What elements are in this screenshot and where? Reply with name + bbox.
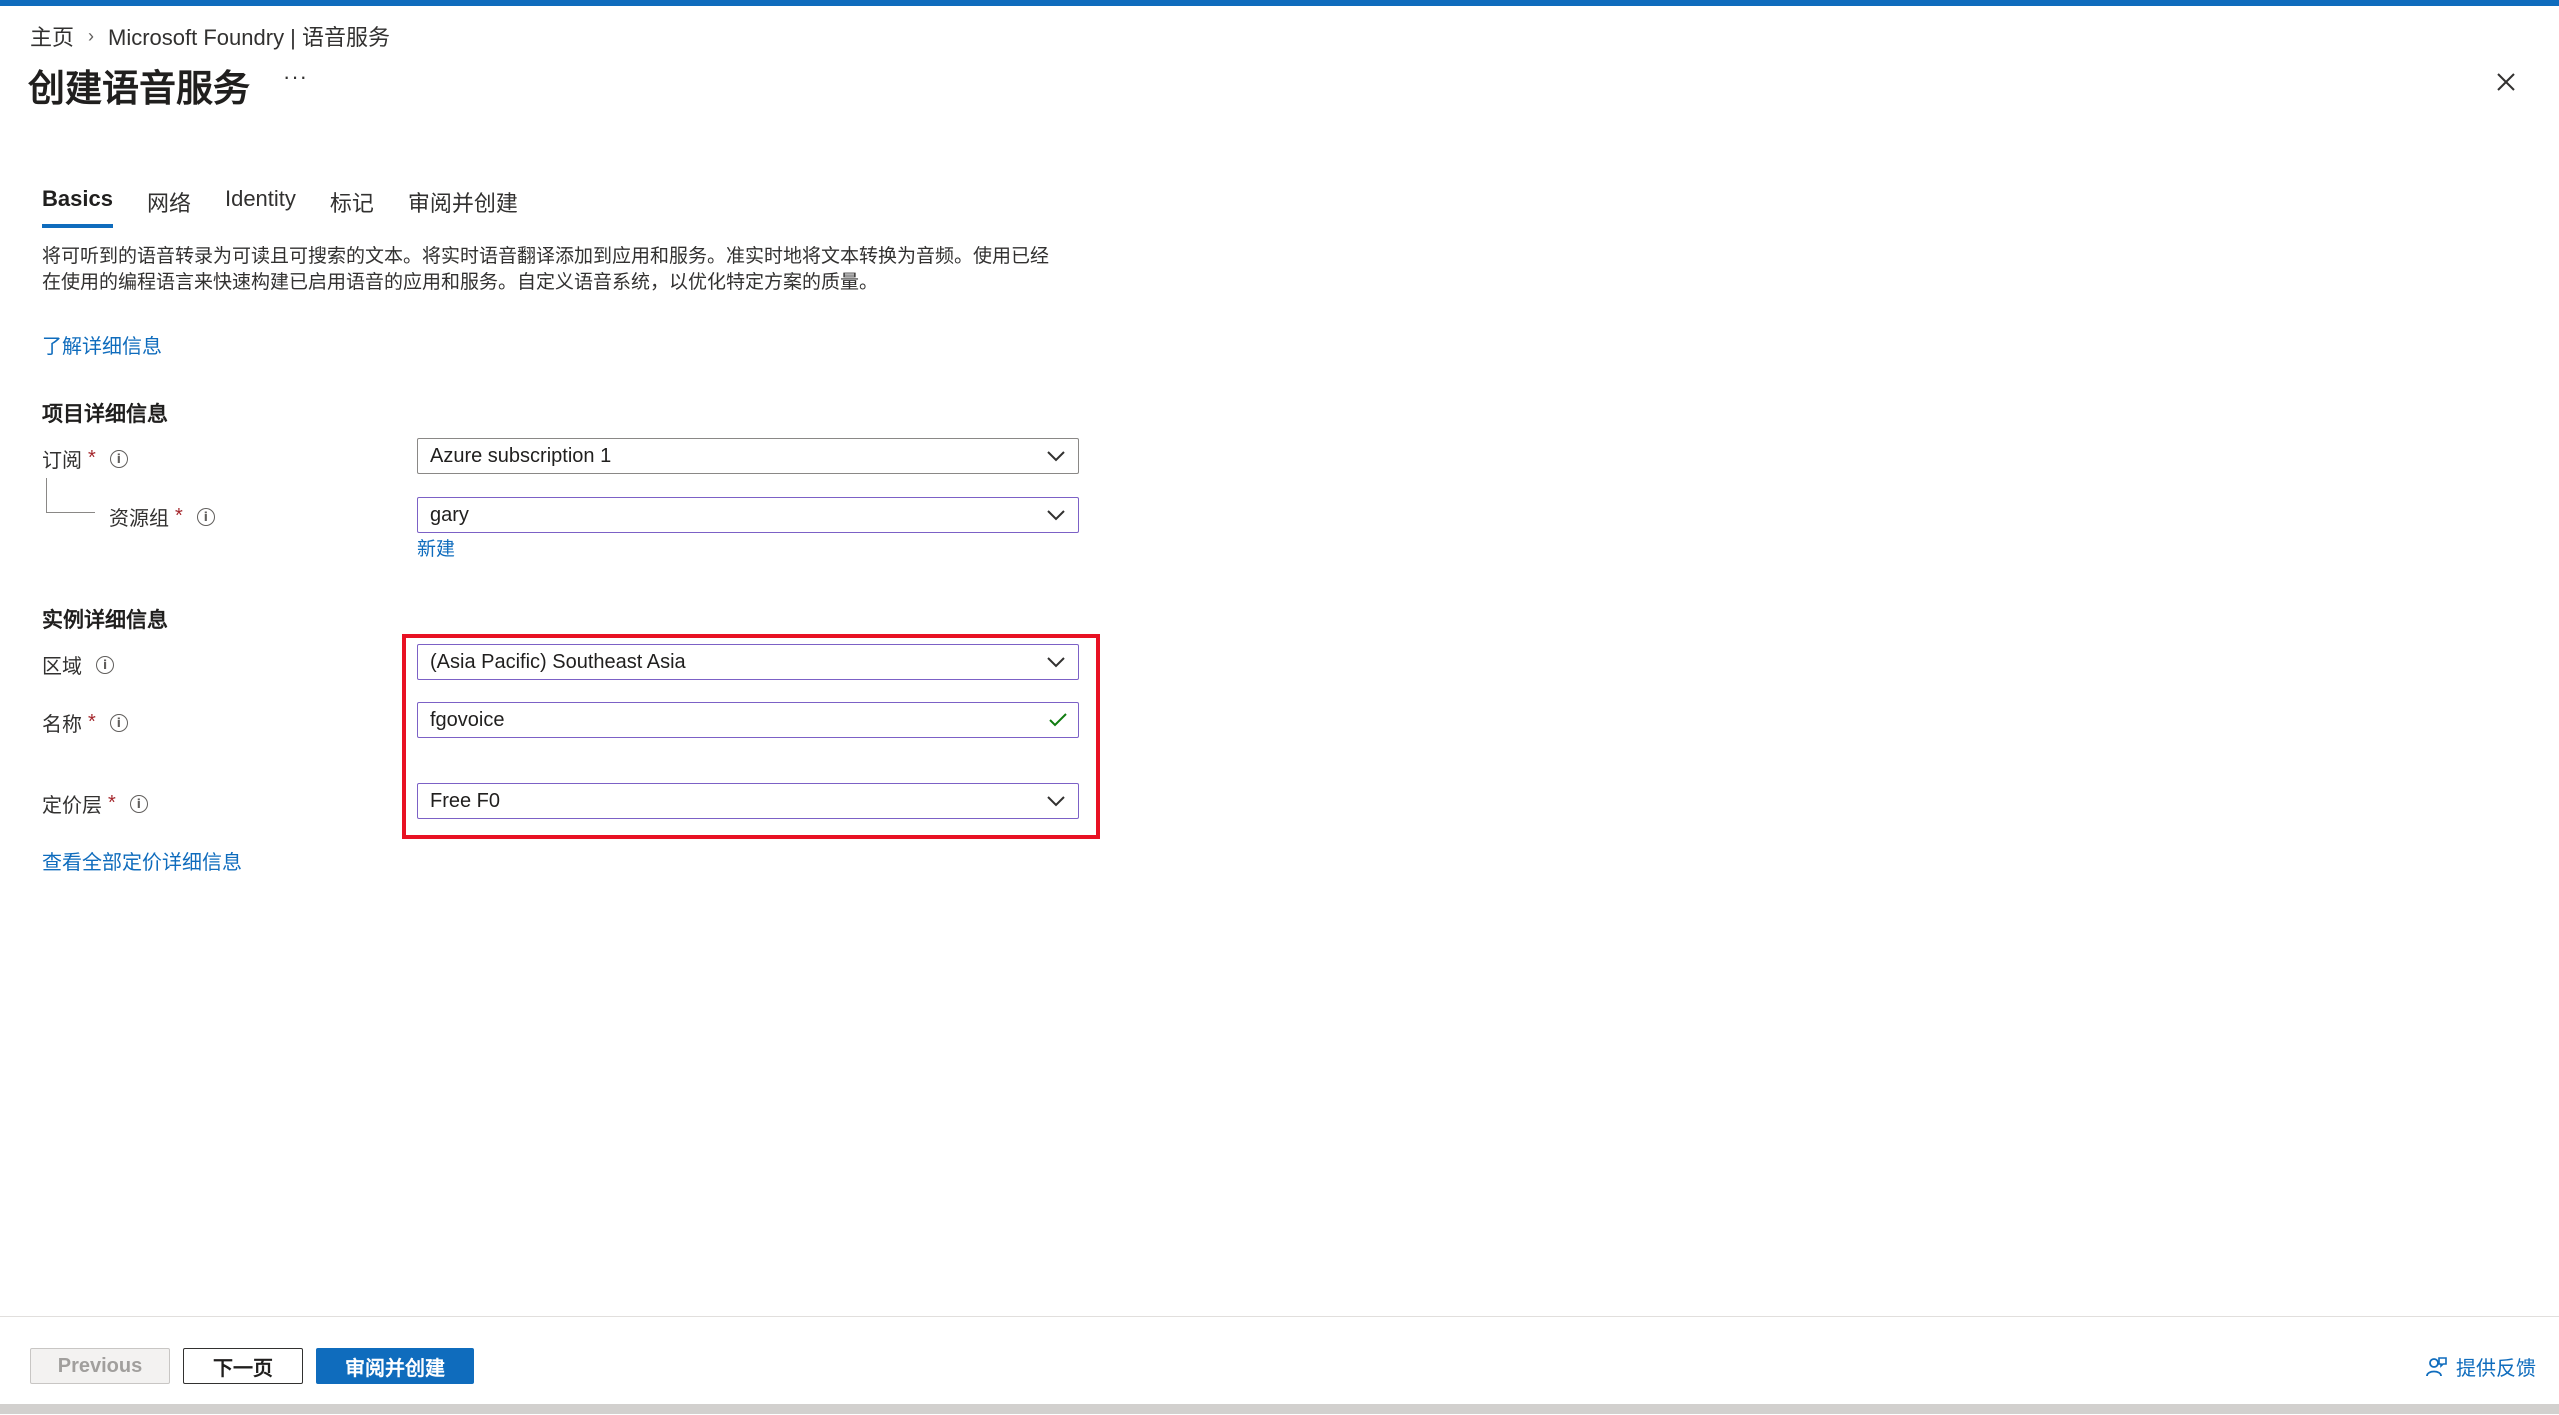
breadcrumb: 主页 › Microsoft Foundry | 语音服务 (30, 20, 390, 52)
subscription-value: Azure subscription 1 (430, 444, 612, 467)
tab-identity[interactable]: Identity (225, 186, 296, 228)
tab-network[interactable]: 网络 (147, 186, 191, 228)
tab-bar: Basics 网络 Identity 标记 审阅并创建 (42, 186, 552, 228)
info-icon[interactable]: i (196, 507, 215, 526)
required-marker: * (108, 792, 116, 814)
region-label-text: 区域 (42, 656, 82, 678)
more-options-button[interactable]: ··· (283, 64, 308, 90)
chevron-right-icon: › (88, 25, 95, 46)
chevron-down-icon (1047, 510, 1065, 521)
intro-line-2: 在使用的编程语言来快速构建已启用语音的应用和服务。自定义语音系统，以优化特定方案… (42, 272, 879, 293)
subscription-dropdown[interactable]: Azure subscription 1 (417, 438, 1079, 474)
learn-more-link[interactable]: 了解详细信息 (42, 330, 162, 359)
footer-bottom-strip (0, 1404, 2559, 1414)
project-details-heading: 项目详细信息 (42, 403, 168, 426)
create-new-resource-group-link[interactable]: 新建 (417, 534, 455, 561)
name-label-text: 名称 (42, 714, 82, 736)
review-create-button[interactable]: 审阅并创建 (316, 1348, 474, 1384)
intro-description: 将可听到的语音转录为可读且可搜索的文本。将实时语音翻译添加到应用和服务。准实时地… (42, 244, 1082, 296)
close-icon[interactable] (2490, 66, 2522, 98)
required-marker: * (88, 447, 96, 469)
next-button[interactable]: 下一页 (183, 1348, 303, 1384)
feedback-link[interactable]: 提供反馈 (2424, 1352, 2536, 1381)
breadcrumb-current-link[interactable]: Microsoft Foundry | 语音服务 (108, 20, 390, 52)
page-title: 创建语音服务 (28, 68, 250, 109)
intro-line-1: 将可听到的语音转录为可读且可搜索的文本。将实时语音翻译添加到应用和服务。准实时地… (42, 246, 1050, 267)
info-icon[interactable]: i (96, 655, 114, 674)
pricing-tier-label: 定价层 * i (42, 789, 148, 818)
resource-group-label-text: 资源组 (109, 508, 169, 530)
tab-review-create[interactable]: 审阅并创建 (408, 186, 518, 228)
instance-details-heading: 实例详细信息 (42, 609, 168, 632)
info-icon[interactable]: i (109, 449, 128, 468)
resource-group-value: gary (430, 503, 469, 526)
previous-button[interactable]: Previous (30, 1348, 170, 1384)
required-marker: * (88, 711, 96, 733)
breadcrumb-home-link[interactable]: 主页 (30, 20, 74, 52)
tab-tags[interactable]: 标记 (330, 186, 374, 228)
highlight-annotation-box (402, 634, 1100, 839)
subscription-label-text: 订阅 (42, 450, 82, 472)
tab-basics[interactable]: Basics (42, 186, 113, 228)
pricing-tier-label-text: 定价层 (42, 795, 102, 817)
tree-connector (46, 478, 95, 513)
subscription-label: 订阅 * i (42, 444, 128, 473)
resource-group-dropdown[interactable]: gary (417, 497, 1079, 533)
top-accent-bar (0, 0, 2559, 6)
chevron-down-icon (1047, 451, 1065, 462)
region-label: 区域 i (42, 650, 114, 679)
name-label: 名称 * i (42, 708, 128, 737)
feedback-label: 提供反馈 (2456, 1358, 2536, 1380)
feedback-icon (2426, 1356, 2447, 1376)
info-icon[interactable]: i (109, 713, 128, 732)
required-marker: * (175, 505, 183, 527)
info-icon[interactable]: i (129, 794, 148, 813)
resource-group-label: 资源组 * i (109, 502, 215, 531)
view-pricing-details-link[interactable]: 查看全部定价详细信息 (42, 846, 242, 875)
